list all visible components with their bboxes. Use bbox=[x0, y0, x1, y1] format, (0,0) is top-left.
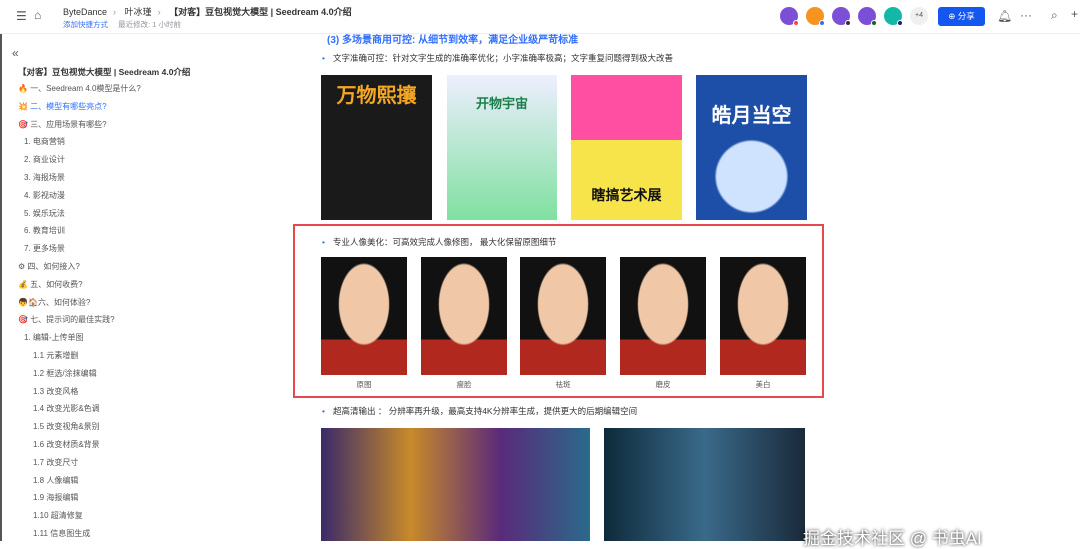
toc-item[interactable]: 1.2 框选/涂抹编辑 bbox=[33, 368, 97, 379]
portrait-image[interactable] bbox=[421, 257, 507, 375]
portrait-caption: 瘦脸 bbox=[456, 380, 472, 389]
doc-title[interactable]: 【对客】豆包视觉大模型 | Seedream 4.0介绍 bbox=[169, 7, 352, 17]
add-shortcut-link[interactable]: 添加快捷方式 bbox=[63, 20, 108, 29]
toc-item[interactable]: 👦🏠六、如何体验? bbox=[18, 297, 90, 308]
portrait-image[interactable] bbox=[720, 257, 806, 375]
avatar[interactable] bbox=[858, 7, 877, 26]
bullet-text: 超高清输出 ： 分辨率再升级，最高支持4K分辨率生成，提供更大的后期编辑空间 bbox=[322, 405, 637, 417]
upscale-example-image[interactable] bbox=[604, 428, 805, 541]
toc-item[interactable]: 1.6 改变材质&背景 bbox=[33, 439, 100, 450]
more-collaborators[interactable]: +4 bbox=[910, 7, 928, 25]
breadcrumb-item[interactable]: 叶冰瑾 bbox=[125, 7, 152, 17]
toc-item[interactable]: 5. 娱乐玩法 bbox=[24, 208, 65, 219]
breadcrumb-item[interactable]: ByteDance bbox=[63, 7, 107, 17]
portrait-caption: 原图 bbox=[356, 380, 372, 389]
toc-item[interactable]: 💰 五、如何收费? bbox=[18, 279, 83, 290]
poster-image[interactable]: 皓月当空 bbox=[696, 75, 807, 220]
portrait-caption: 磨皮 bbox=[655, 380, 671, 389]
toc-item[interactable]: 2. 商业设计 bbox=[24, 154, 65, 165]
avatar[interactable] bbox=[780, 7, 799, 26]
more-icon[interactable]: ··· bbox=[1020, 8, 1032, 22]
toc-item[interactable]: 1.4 改变光影&色调 bbox=[33, 403, 100, 414]
top-bar: ☰ ⌂ ByteDance › 叶冰瑾 › 【对客】豆包视觉大模型 | Seedre… bbox=[0, 0, 1080, 34]
toc-item[interactable]: 1.8 人像编辑 bbox=[33, 475, 78, 486]
poster-image[interactable]: 万物熙攘 bbox=[321, 75, 432, 220]
toc-item[interactable]: 1.11 信息图生成 bbox=[33, 528, 90, 539]
toc-title[interactable]: 【对客】豆包视觉大模型 | Seedream 4.0介绍 bbox=[18, 66, 190, 78]
toc-item[interactable]: 1.9 海报编辑 bbox=[33, 492, 78, 503]
avatar[interactable] bbox=[806, 7, 825, 26]
portrait-caption: 祛斑 bbox=[555, 380, 571, 389]
avatar[interactable] bbox=[884, 7, 903, 26]
toc-item[interactable]: 4. 影视动漫 bbox=[24, 190, 65, 201]
toc-item[interactable]: ⚙ 四、如何接入? bbox=[18, 261, 80, 272]
poster-image[interactable]: 瞎搞艺术展 bbox=[571, 75, 682, 220]
globe-icon: ⊕ bbox=[948, 11, 958, 21]
sidebar-toc: « 【对客】豆包视觉大模型 | Seedream 4.0介绍 🔥 一、Seedr… bbox=[0, 34, 250, 541]
portrait-image[interactable] bbox=[620, 257, 706, 375]
toc-item[interactable]: 1. 电商营销 bbox=[24, 136, 65, 147]
watermark: 掘金技术社区 @ 书虫AI bbox=[803, 529, 982, 548]
toc-item[interactable]: 6. 教育培训 bbox=[24, 225, 65, 236]
breadcrumb: ByteDance › 叶冰瑾 › 【对客】豆包视觉大模型 | Seedream 4… bbox=[63, 7, 352, 17]
avatar[interactable] bbox=[832, 7, 851, 26]
section-heading: (3) 多场景商用可控: 从细节到效率，满足企业级严苛标准 bbox=[327, 35, 579, 46]
home-icon[interactable]: ⌂ bbox=[34, 8, 41, 22]
toc-item[interactable]: 1.7 改变尺寸 bbox=[33, 457, 78, 468]
bullet-text: 文字准确可控：针对文字生成的准确率优化；小字准确率极高；文字重复问题得到极大改善 bbox=[322, 52, 673, 64]
toc-item[interactable]: 🎯 七、提示词的最佳实践? bbox=[18, 314, 115, 325]
toc-item[interactable]: 1.5 改变视角&景别 bbox=[33, 421, 100, 432]
share-button[interactable]: ⊕ 分享 bbox=[938, 7, 985, 26]
portrait-caption: 美白 bbox=[755, 380, 771, 389]
toc-item[interactable]: 1.3 改变风格 bbox=[33, 386, 78, 397]
toc-item[interactable]: 3. 海报场景 bbox=[24, 172, 65, 183]
bullet-text: 专业人像美化：可高效完成人像修图， 最大化保留原图细节 bbox=[322, 236, 556, 248]
toc-item[interactable]: 1. 编辑-上传单图 bbox=[24, 332, 84, 343]
toc-item[interactable]: 🔥 一、Seedream 4.0模型是什么? bbox=[18, 83, 141, 94]
portrait-image[interactable] bbox=[321, 257, 407, 375]
bell-icon[interactable]: 🔔︎ bbox=[997, 9, 1012, 23]
toc-item[interactable]: 1.10 超清修复 bbox=[33, 510, 83, 521]
toc-item[interactable]: 💥 二、模型有哪些亮点? bbox=[18, 101, 107, 112]
toc-item[interactable]: 7. 更多场景 bbox=[24, 243, 65, 254]
upscale-example-image[interactable] bbox=[321, 428, 590, 541]
collapse-icon[interactable]: « bbox=[12, 46, 19, 60]
poster-image[interactable]: 开物宇宙 bbox=[447, 75, 557, 220]
add-icon[interactable]: + bbox=[1071, 7, 1078, 21]
portrait-image[interactable] bbox=[520, 257, 606, 375]
last-modified: 最近修改: 1 小时前 bbox=[118, 20, 182, 29]
search-icon[interactable]: ⌕ bbox=[1051, 8, 1058, 23]
toc-item[interactable]: 1.1 元素增删 bbox=[33, 350, 78, 361]
menu-icon[interactable]: ☰ bbox=[16, 9, 27, 23]
toc-item[interactable]: 🎯 三、应用场景有哪些? bbox=[18, 119, 107, 130]
